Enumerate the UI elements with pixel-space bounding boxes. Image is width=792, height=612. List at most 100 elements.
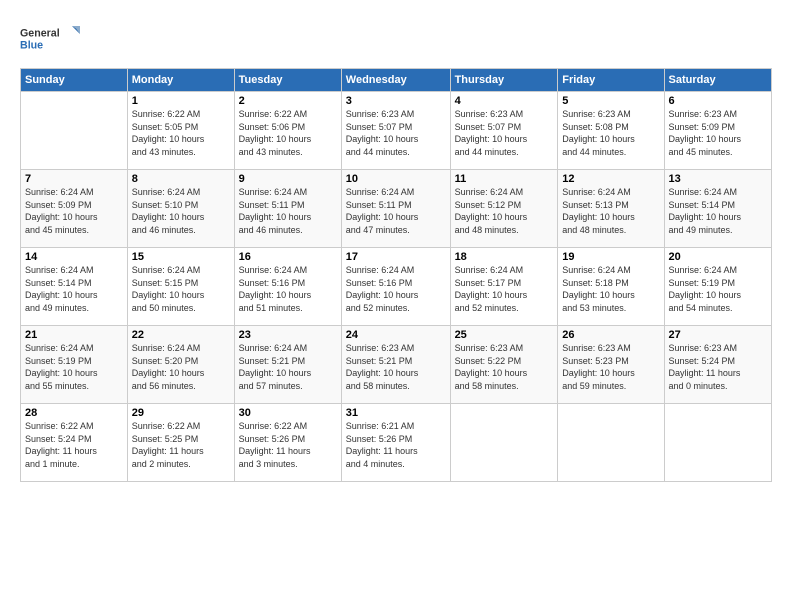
day-info: Sunrise: 6:24 AM Sunset: 5:20 PM Dayligh… <box>132 342 230 392</box>
day-info: Sunrise: 6:23 AM Sunset: 5:21 PM Dayligh… <box>346 342 446 392</box>
calendar-cell: 31Sunrise: 6:21 AM Sunset: 5:26 PM Dayli… <box>341 404 450 482</box>
day-number: 30 <box>239 407 337 419</box>
svg-text:General: General <box>20 28 60 40</box>
weekday-header-saturday: Saturday <box>664 69 771 92</box>
day-number: 16 <box>239 251 337 263</box>
day-info: Sunrise: 6:24 AM Sunset: 5:14 PM Dayligh… <box>25 264 123 314</box>
day-info: Sunrise: 6:24 AM Sunset: 5:17 PM Dayligh… <box>455 264 554 314</box>
day-number: 3 <box>346 95 446 107</box>
calendar-cell: 20Sunrise: 6:24 AM Sunset: 5:19 PM Dayli… <box>664 248 771 326</box>
day-info: Sunrise: 6:24 AM Sunset: 5:09 PM Dayligh… <box>25 186 123 236</box>
weekday-header-sunday: Sunday <box>21 69 128 92</box>
day-number: 22 <box>132 329 230 341</box>
day-number: 8 <box>132 173 230 185</box>
calendar-cell: 27Sunrise: 6:23 AM Sunset: 5:24 PM Dayli… <box>664 326 771 404</box>
weekday-header-monday: Monday <box>127 69 234 92</box>
day-info: Sunrise: 6:24 AM Sunset: 5:19 PM Dayligh… <box>25 342 123 392</box>
calendar-table: SundayMondayTuesdayWednesdayThursdayFrid… <box>20 68 772 482</box>
logo: General Blue <box>20 18 80 58</box>
day-number: 11 <box>455 173 554 185</box>
weekday-header-tuesday: Tuesday <box>234 69 341 92</box>
day-number: 6 <box>669 95 767 107</box>
day-number: 15 <box>132 251 230 263</box>
day-info: Sunrise: 6:23 AM Sunset: 5:22 PM Dayligh… <box>455 342 554 392</box>
day-number: 10 <box>346 173 446 185</box>
calendar-cell: 16Sunrise: 6:24 AM Sunset: 5:16 PM Dayli… <box>234 248 341 326</box>
day-info: Sunrise: 6:22 AM Sunset: 5:24 PM Dayligh… <box>25 420 123 470</box>
calendar-cell: 23Sunrise: 6:24 AM Sunset: 5:21 PM Dayli… <box>234 326 341 404</box>
calendar-cell: 26Sunrise: 6:23 AM Sunset: 5:23 PM Dayli… <box>558 326 664 404</box>
day-number: 28 <box>25 407 123 419</box>
day-number: 25 <box>455 329 554 341</box>
weekday-header-wednesday: Wednesday <box>341 69 450 92</box>
calendar-cell <box>21 92 128 170</box>
calendar-cell: 21Sunrise: 6:24 AM Sunset: 5:19 PM Dayli… <box>21 326 128 404</box>
calendar-cell <box>450 404 558 482</box>
day-number: 18 <box>455 251 554 263</box>
page-header: General Blue <box>20 18 772 58</box>
day-number: 17 <box>346 251 446 263</box>
day-info: Sunrise: 6:23 AM Sunset: 5:08 PM Dayligh… <box>562 108 659 158</box>
svg-text:Blue: Blue <box>20 40 43 52</box>
calendar-cell: 11Sunrise: 6:24 AM Sunset: 5:12 PM Dayli… <box>450 170 558 248</box>
day-info: Sunrise: 6:23 AM Sunset: 5:07 PM Dayligh… <box>455 108 554 158</box>
calendar-cell: 9Sunrise: 6:24 AM Sunset: 5:11 PM Daylig… <box>234 170 341 248</box>
calendar-cell: 13Sunrise: 6:24 AM Sunset: 5:14 PM Dayli… <box>664 170 771 248</box>
day-number: 21 <box>25 329 123 341</box>
day-number: 7 <box>25 173 123 185</box>
day-number: 12 <box>562 173 659 185</box>
logo-svg: General Blue <box>20 18 80 58</box>
calendar-cell: 8Sunrise: 6:24 AM Sunset: 5:10 PM Daylig… <box>127 170 234 248</box>
day-info: Sunrise: 6:24 AM Sunset: 5:12 PM Dayligh… <box>455 186 554 236</box>
day-number: 26 <box>562 329 659 341</box>
day-info: Sunrise: 6:24 AM Sunset: 5:10 PM Dayligh… <box>132 186 230 236</box>
day-number: 24 <box>346 329 446 341</box>
calendar-cell: 17Sunrise: 6:24 AM Sunset: 5:16 PM Dayli… <box>341 248 450 326</box>
day-number: 9 <box>239 173 337 185</box>
day-info: Sunrise: 6:24 AM Sunset: 5:18 PM Dayligh… <box>562 264 659 314</box>
day-info: Sunrise: 6:22 AM Sunset: 5:06 PM Dayligh… <box>239 108 337 158</box>
day-info: Sunrise: 6:22 AM Sunset: 5:05 PM Dayligh… <box>132 108 230 158</box>
calendar-cell: 1Sunrise: 6:22 AM Sunset: 5:05 PM Daylig… <box>127 92 234 170</box>
day-number: 13 <box>669 173 767 185</box>
day-number: 19 <box>562 251 659 263</box>
day-info: Sunrise: 6:24 AM Sunset: 5:21 PM Dayligh… <box>239 342 337 392</box>
day-info: Sunrise: 6:24 AM Sunset: 5:16 PM Dayligh… <box>346 264 446 314</box>
calendar-cell: 10Sunrise: 6:24 AM Sunset: 5:11 PM Dayli… <box>341 170 450 248</box>
calendar-cell: 12Sunrise: 6:24 AM Sunset: 5:13 PM Dayli… <box>558 170 664 248</box>
day-number: 29 <box>132 407 230 419</box>
day-number: 5 <box>562 95 659 107</box>
calendar-cell: 7Sunrise: 6:24 AM Sunset: 5:09 PM Daylig… <box>21 170 128 248</box>
calendar-cell: 14Sunrise: 6:24 AM Sunset: 5:14 PM Dayli… <box>21 248 128 326</box>
day-number: 27 <box>669 329 767 341</box>
weekday-header-friday: Friday <box>558 69 664 92</box>
calendar-cell: 25Sunrise: 6:23 AM Sunset: 5:22 PM Dayli… <box>450 326 558 404</box>
day-number: 23 <box>239 329 337 341</box>
calendar-cell: 15Sunrise: 6:24 AM Sunset: 5:15 PM Dayli… <box>127 248 234 326</box>
calendar-cell: 5Sunrise: 6:23 AM Sunset: 5:08 PM Daylig… <box>558 92 664 170</box>
calendar-cell <box>664 404 771 482</box>
calendar-cell: 18Sunrise: 6:24 AM Sunset: 5:17 PM Dayli… <box>450 248 558 326</box>
day-info: Sunrise: 6:24 AM Sunset: 5:13 PM Dayligh… <box>562 186 659 236</box>
calendar-cell <box>558 404 664 482</box>
day-number: 2 <box>239 95 337 107</box>
day-info: Sunrise: 6:24 AM Sunset: 5:15 PM Dayligh… <box>132 264 230 314</box>
day-info: Sunrise: 6:24 AM Sunset: 5:19 PM Dayligh… <box>669 264 767 314</box>
calendar-cell: 24Sunrise: 6:23 AM Sunset: 5:21 PM Dayli… <box>341 326 450 404</box>
calendar-cell: 2Sunrise: 6:22 AM Sunset: 5:06 PM Daylig… <box>234 92 341 170</box>
calendar-cell: 19Sunrise: 6:24 AM Sunset: 5:18 PM Dayli… <box>558 248 664 326</box>
day-info: Sunrise: 6:23 AM Sunset: 5:09 PM Dayligh… <box>669 108 767 158</box>
day-info: Sunrise: 6:24 AM Sunset: 5:11 PM Dayligh… <box>239 186 337 236</box>
day-info: Sunrise: 6:22 AM Sunset: 5:26 PM Dayligh… <box>239 420 337 470</box>
day-number: 20 <box>669 251 767 263</box>
day-number: 1 <box>132 95 230 107</box>
day-info: Sunrise: 6:24 AM Sunset: 5:11 PM Dayligh… <box>346 186 446 236</box>
day-info: Sunrise: 6:23 AM Sunset: 5:07 PM Dayligh… <box>346 108 446 158</box>
weekday-header-thursday: Thursday <box>450 69 558 92</box>
day-info: Sunrise: 6:22 AM Sunset: 5:25 PM Dayligh… <box>132 420 230 470</box>
day-info: Sunrise: 6:21 AM Sunset: 5:26 PM Dayligh… <box>346 420 446 470</box>
day-info: Sunrise: 6:24 AM Sunset: 5:14 PM Dayligh… <box>669 186 767 236</box>
day-info: Sunrise: 6:23 AM Sunset: 5:24 PM Dayligh… <box>669 342 767 392</box>
calendar-cell: 29Sunrise: 6:22 AM Sunset: 5:25 PM Dayli… <box>127 404 234 482</box>
day-number: 31 <box>346 407 446 419</box>
